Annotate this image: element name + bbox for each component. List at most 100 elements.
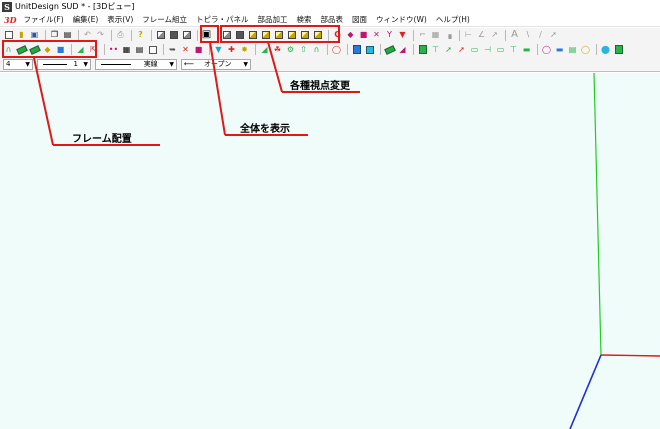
measure-icon[interactable]: ➥ — [167, 44, 178, 55]
frame-place-diagonal-icon[interactable] — [28, 44, 41, 55]
highlight-icon[interactable]: ✸ — [239, 44, 250, 55]
view-back-icon[interactable] — [260, 30, 271, 41]
part-foot-icon[interactable]: ☘ — [272, 44, 283, 55]
menu-drawing[interactable]: 図面 — [349, 14, 373, 25]
dots-icon[interactable]: •• — [108, 44, 119, 55]
arrow-left-icon: ⟵ — [184, 60, 195, 68]
menu-window[interactable]: ウィンドウ(W) — [373, 14, 433, 25]
menu-file[interactable]: ファイル(F) — [21, 14, 70, 25]
text-icon[interactable]: A — [509, 30, 520, 41]
panel-outline-icon[interactable] — [147, 44, 158, 55]
view-right-icon[interactable] — [286, 30, 297, 41]
view-left-icon[interactable] — [273, 30, 284, 41]
part-cap-icon[interactable]: ⊤ — [508, 44, 519, 55]
print-icon[interactable]: ⎙ — [115, 30, 126, 41]
view-bottom-icon[interactable] — [312, 30, 323, 41]
part-plate-icon[interactable]: ▬ — [554, 44, 565, 55]
pointer-icon[interactable]: ➚ — [548, 30, 559, 41]
line-icon[interactable]: ∕ — [535, 30, 546, 41]
part-connector-icon[interactable]: ▭ — [469, 44, 480, 55]
menu-edit[interactable]: 編集(E) — [70, 14, 105, 25]
menu-help[interactable]: ヘルプ(H) — [433, 14, 476, 25]
part-rack-icon[interactable]: ▤ — [567, 44, 578, 55]
part-caster-icon[interactable]: ⚙ — [285, 44, 296, 55]
menu-parts-list[interactable]: 部品表 — [318, 14, 350, 25]
copy-icon[interactable]: ❐ — [49, 30, 60, 41]
show-all-icon[interactable]: ▣ — [201, 30, 212, 41]
group-icon[interactable]: G — [332, 30, 343, 41]
eraser-icon[interactable]: ◆ — [345, 30, 356, 41]
part-wheel-icon[interactable]: ◯ — [580, 44, 591, 55]
line-end-select[interactable]: ⟵ オープン ▼ — [181, 58, 251, 70]
new-file-icon[interactable] — [3, 30, 14, 41]
3d-viewport[interactable] — [0, 73, 660, 429]
part-square-icon[interactable] — [364, 44, 375, 55]
part-ring-icon[interactable]: ◯ — [331, 44, 342, 55]
dim-horizontal-icon[interactable]: ⊢ — [463, 30, 474, 41]
view-box-outline-icon[interactable] — [181, 30, 192, 41]
part-block-blue-icon[interactable] — [351, 44, 362, 55]
view-front-icon[interactable] — [247, 30, 258, 41]
color-cube-icon[interactable]: ■ — [193, 44, 204, 55]
select-plus-icon[interactable]: ✚ — [226, 44, 237, 55]
part-pipe-icon[interactable]: ➚ — [456, 44, 467, 55]
part-stripes-icon[interactable]: ◢ — [397, 44, 408, 55]
frame-joint-icon[interactable]: ◆ — [42, 44, 53, 55]
part-diagonal-icon[interactable]: ➚ — [443, 44, 454, 55]
line-type-select[interactable]: 実線 ▼ — [95, 58, 177, 70]
dim-point-icon[interactable]: ⌐ — [417, 30, 428, 41]
table-icon[interactable]: ▦ — [121, 44, 132, 55]
menu-view[interactable]: 表示(V) — [104, 14, 139, 25]
separator — [347, 44, 348, 55]
chevron-down-icon: ▼ — [83, 60, 88, 68]
menu-frame-assembly[interactable]: フレーム組立 — [139, 14, 193, 25]
frame-corner-icon[interactable]: ◢ — [75, 44, 86, 55]
separator — [163, 44, 164, 55]
cross-icon[interactable]: ✕ — [371, 30, 382, 41]
view-iso-icon[interactable] — [221, 30, 232, 41]
menu-part-machining[interactable]: 部品加工 — [255, 14, 294, 25]
part-t-joint-icon[interactable]: ⊤ — [430, 44, 441, 55]
menu-door-panel[interactable]: トピラ・パネル — [193, 14, 255, 25]
redo-icon[interactable]: ↷ — [95, 30, 106, 41]
dim-grid-icon[interactable]: ▦ — [430, 30, 441, 41]
open-folder-icon[interactable]: ▮ — [16, 30, 27, 41]
paste-icon[interactable]: ▤ — [62, 30, 73, 41]
dim-radius-icon[interactable]: ↗ — [489, 30, 500, 41]
view-iso-dark-icon[interactable] — [234, 30, 245, 41]
help-icon[interactable]: ? — [135, 30, 146, 41]
dim-angle-icon[interactable]: ∠ — [476, 30, 487, 41]
view-box-shaded-icon[interactable] — [168, 30, 179, 41]
frame-place-icon[interactable]: ∩ — [3, 44, 14, 55]
part-green-block-icon[interactable] — [417, 44, 428, 55]
funnel-icon[interactable]: ▼ — [397, 30, 408, 41]
filter-icon[interactable]: Y — [384, 30, 395, 41]
part-slanted-icon[interactable] — [383, 44, 396, 55]
part-rail-icon[interactable]: ▬ — [521, 44, 532, 55]
view-top-icon[interactable] — [299, 30, 310, 41]
menu-search[interactable]: 検索 — [294, 14, 318, 25]
part-hinge-icon[interactable]: ∩ — [311, 44, 322, 55]
part-disc-icon[interactable]: ⬤ — [600, 44, 611, 55]
frame-branch-icon[interactable]: ⇱ — [88, 44, 99, 55]
part-clip-icon[interactable]: ◯ — [541, 44, 552, 55]
frame-connect-icon[interactable]: ■ — [55, 44, 66, 55]
delete-frame-icon[interactable]: ✕ — [180, 44, 191, 55]
save-icon[interactable]: ▣ — [29, 30, 40, 41]
select-filter-icon[interactable]: ▼ — [213, 44, 224, 55]
panel-icon[interactable]: ▤ — [134, 44, 145, 55]
part-arrow-icon[interactable]: ⇧ — [298, 44, 309, 55]
dim-line-icon[interactable]: ▗ — [443, 30, 454, 41]
part-link-icon[interactable]: ▭ — [495, 44, 506, 55]
stop-icon[interactable]: ■ — [358, 30, 369, 41]
part-bracket-icon[interactable]: ◢ — [259, 44, 270, 55]
view-box-icon[interactable] — [155, 30, 166, 41]
part-end-icon[interactable]: ⊣ — [482, 44, 493, 55]
leader-icon[interactable]: ∖ — [522, 30, 533, 41]
undo-icon[interactable]: ↶ — [82, 30, 93, 41]
part-green-square-icon[interactable] — [613, 44, 624, 55]
frame-place-angle-icon[interactable] — [15, 44, 28, 55]
line-width-select[interactable]: 1 ▼ — [37, 58, 91, 70]
separator — [71, 44, 72, 55]
layer-select[interactable]: 4 ▼ — [3, 58, 33, 70]
